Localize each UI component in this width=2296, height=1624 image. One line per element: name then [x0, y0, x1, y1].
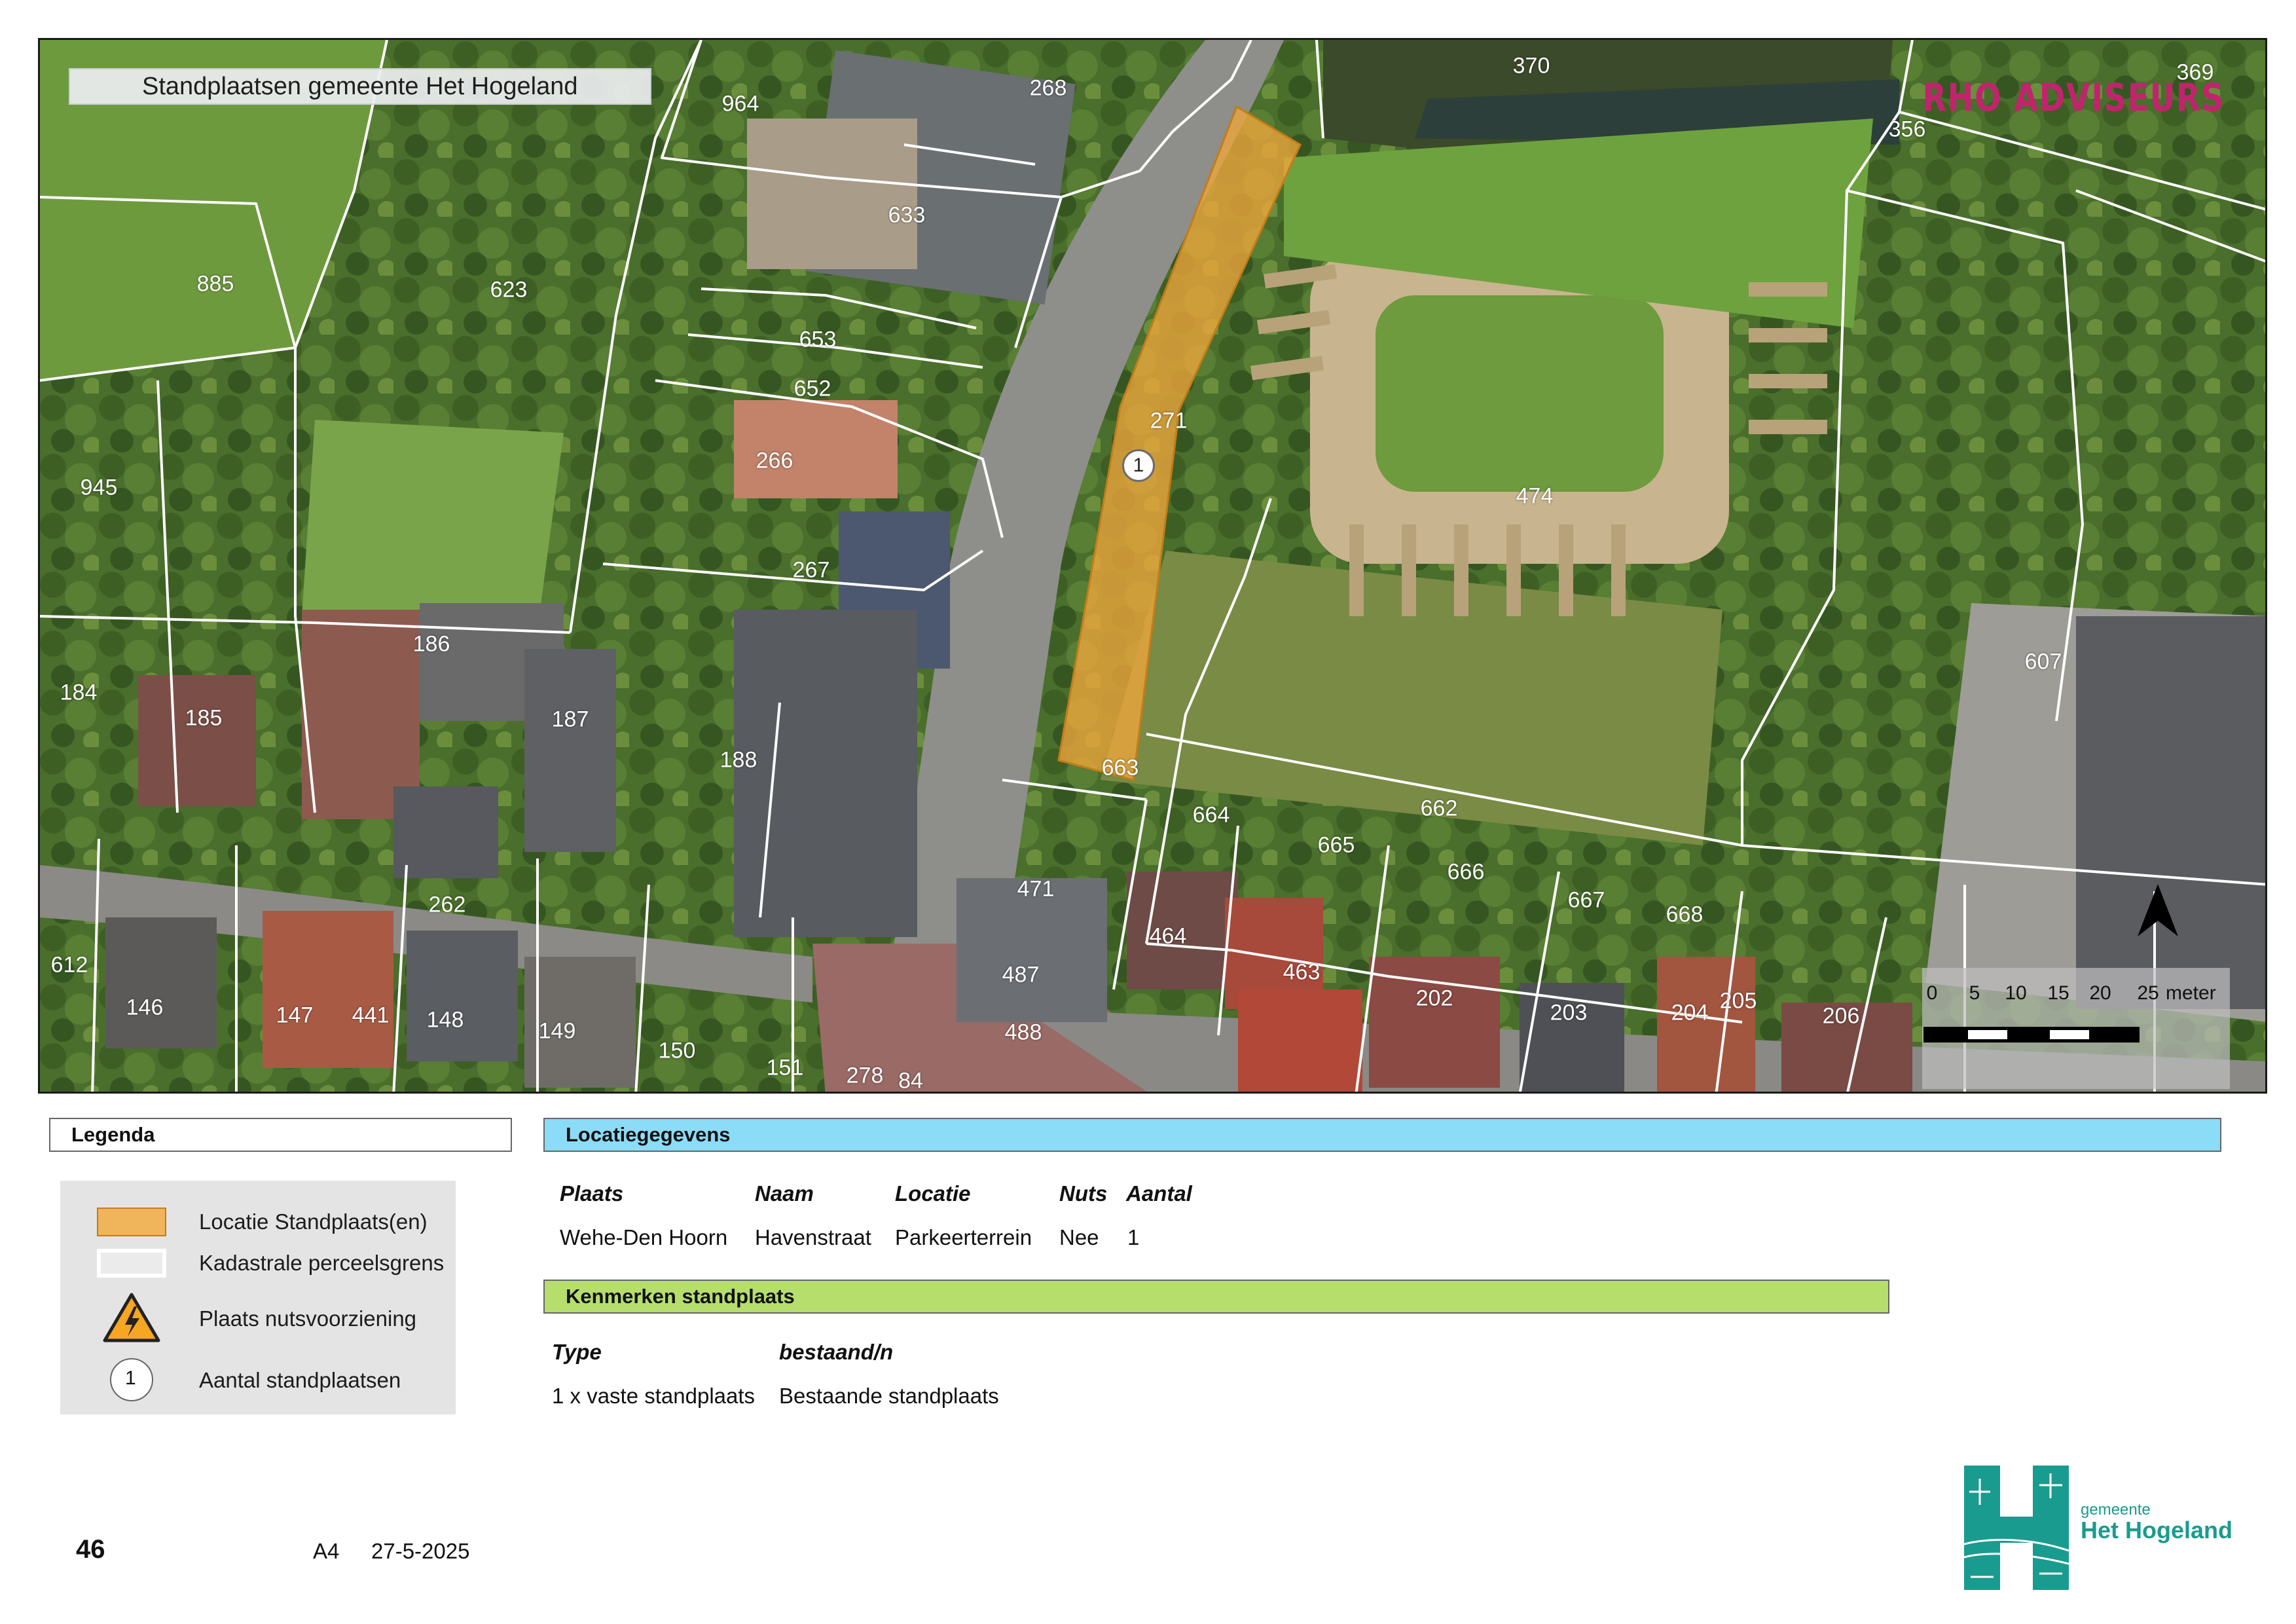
col-header-naam: Naam	[755, 1181, 814, 1206]
characteristics-header: Kenmerken standplaats	[543, 1280, 1889, 1314]
parcel-label: 652	[793, 376, 831, 401]
parcel-label: 203	[1550, 1000, 1588, 1025]
orange-area-swatch	[97, 1208, 166, 1236]
scale-bar: 0 5 10 15 20 25 meter	[1922, 968, 2230, 1089]
parcel-label: 441	[352, 1003, 390, 1028]
scale-tick: 20	[2089, 982, 2111, 1004]
standplaats-count-marker[interactable]: 1	[1122, 449, 1155, 482]
parcel-label: 267	[792, 557, 830, 583]
parcel-border-swatch	[97, 1249, 166, 1278]
col-header-type: Type	[552, 1340, 602, 1364]
parcel-label: 964	[721, 91, 759, 117]
scale-unit: meter	[2166, 982, 2216, 1004]
page-number: 46	[76, 1535, 105, 1564]
parcel-label: 945	[80, 475, 118, 500]
cell-naam: Havenstraat	[755, 1225, 871, 1249]
parcel-label: 633	[888, 202, 926, 228]
date: 27-5-2025	[371, 1539, 470, 1563]
parcel-label: 488	[1004, 1020, 1042, 1045]
parcel-label: 202	[1415, 986, 1453, 1011]
legend-label: Locatie Standplaats(en)	[199, 1209, 428, 1234]
legend-label: Kadastrale perceelsgrens	[199, 1251, 445, 1275]
scale-bar-graphic	[1923, 1027, 2140, 1043]
parcel-label: 146	[126, 995, 164, 1020]
count-circle-value: 1	[125, 1367, 136, 1389]
parcel-label: 474	[1516, 483, 1554, 509]
cell-aantal: 1	[1127, 1225, 1140, 1249]
aerial-map[interactable]: Standplaatsen gemeente Het Hogeland RHO …	[38, 38, 2267, 1094]
col-header-locatie: Locatie	[895, 1181, 971, 1206]
parcel-label: 356	[1888, 117, 1926, 142]
scale-tick: 0	[1926, 982, 1938, 1004]
parcel-label: 188	[720, 747, 757, 773]
parcel-label: 185	[185, 705, 223, 731]
scale-tick: 5	[1969, 982, 1980, 1004]
cell-plaats: Wehe-Den Hoorn	[560, 1225, 728, 1249]
legend-item-utility: Plaats nutsvoorziening	[60, 1292, 456, 1342]
cell-type: 1 x vaste standplaats	[552, 1384, 756, 1408]
parcel-label: 150	[658, 1038, 696, 1063]
scale-tick: 10	[2005, 982, 2027, 1004]
cell-bestaand: Bestaande standplaats	[779, 1384, 999, 1408]
cell-nuts: Nee	[1059, 1225, 1099, 1249]
parcel-label: 187	[551, 707, 589, 732]
parcel-label: 885	[196, 271, 234, 297]
parcel-label: 463	[1283, 959, 1321, 985]
parcel-label: 665	[1317, 832, 1355, 858]
col-header-nuts: Nuts	[1059, 1181, 1108, 1206]
paper-size: A4	[313, 1539, 340, 1563]
scale-tick: 15	[2047, 982, 2069, 1004]
parcel-label: 147	[276, 1003, 314, 1028]
municipality-logo-icon	[1964, 1466, 2069, 1590]
parcel-label: 266	[756, 448, 793, 473]
parcel-label: 667	[1567, 887, 1605, 913]
legend-label: Aantal standplaatsen	[199, 1368, 401, 1392]
parcel-label: 271	[1150, 408, 1188, 434]
legend-label: Plaats nutsvoorziening	[199, 1306, 417, 1331]
parcel-label: 471	[1017, 876, 1055, 902]
location-data-header: Locatiegegevens	[543, 1118, 2221, 1152]
col-header-aantal: Aantal	[1126, 1181, 1192, 1206]
legend-header: Legenda	[49, 1118, 512, 1152]
parcel-label: 668	[1666, 902, 1704, 927]
parcel-label: 186	[412, 631, 450, 657]
municipality-logo-name: Het Hogeland	[2081, 1517, 2233, 1543]
legend-item-parcel: Kadastrale perceelsgrens	[60, 1248, 456, 1287]
parcel-label: 84	[898, 1068, 923, 1094]
warning-lightning-icon	[103, 1293, 160, 1342]
parcel-label: 278	[846, 1063, 884, 1088]
parcel-label: 262	[428, 892, 466, 917]
parcel-label: 664	[1192, 802, 1230, 828]
parcel-label: 151	[766, 1055, 804, 1080]
legend: Locatie Standplaats(en) Kadastrale perce…	[60, 1181, 456, 1414]
parcel-label: 607	[2024, 649, 2062, 674]
parcel-label: 663	[1101, 755, 1139, 781]
parcel-label: 464	[1149, 923, 1187, 949]
parcel-label: 662	[1420, 796, 1458, 821]
parcel-label: 149	[538, 1018, 576, 1044]
parcel-label: 148	[426, 1007, 464, 1033]
parcel-label: 206	[1822, 1003, 1860, 1029]
parcel-label: 204	[1671, 1000, 1709, 1025]
legend-item-location: Locatie Standplaats(en)	[60, 1207, 456, 1246]
parcel-label: 653	[799, 327, 837, 352]
col-header-plaats: Plaats	[560, 1181, 624, 1206]
parcel-label: 612	[50, 952, 88, 978]
parcel-label: 487	[1002, 962, 1040, 987]
col-header-bestaand: bestaand/n	[779, 1340, 894, 1364]
legend-item-count: 1 Aantal standplaatsen	[60, 1356, 456, 1401]
cell-locatie: Parkeerterrein	[895, 1225, 1032, 1249]
map-title: Standplaatsen gemeente Het Hogeland	[69, 68, 651, 105]
parcel-label: 184	[60, 680, 98, 705]
parcel-label: 666	[1447, 859, 1485, 885]
north-arrow-icon	[2138, 884, 2178, 936]
parcel-label: 369	[2176, 60, 2214, 85]
scale-tick: 25	[2137, 982, 2159, 1004]
parcel-label: 205	[1719, 988, 1757, 1014]
parcel-label: 623	[490, 277, 528, 303]
parcel-label: 370	[1512, 53, 1550, 79]
parcel-label: 268	[1029, 75, 1067, 101]
